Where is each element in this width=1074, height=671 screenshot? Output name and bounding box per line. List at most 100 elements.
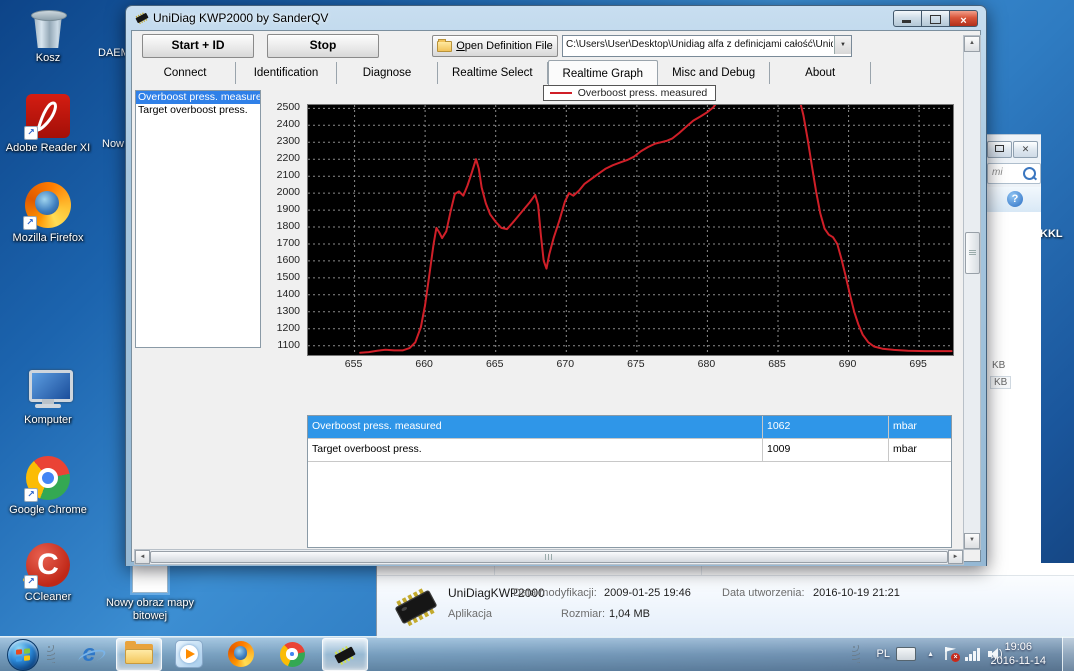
search-input[interactable]: mi [987,163,1041,184]
combobox-dropdown-button[interactable]: ▼ [834,36,851,54]
minimize-button[interactable] [893,10,922,27]
desktop-icon-label-kkl[interactable]: KKL [1040,228,1063,240]
app-icon [134,10,150,26]
window-title: UniDiag KWP2000 by SanderQV [153,11,328,25]
created-label: Data utworzenia: [722,587,805,599]
adobe-reader-icon: ↗ [26,94,70,138]
shortcut-arrow-icon: ↗ [24,488,38,502]
tray-grip [852,637,860,671]
chrome-icon: ↗ [26,456,70,500]
stop-button[interactable]: Stop [267,34,379,58]
shortcut-arrow-icon: ↗ [23,216,37,230]
table-row[interactable]: Target overboost press.1009mbar [308,439,951,462]
internet-explorer-icon: e [82,642,95,666]
tab-identification[interactable]: Identification [236,62,337,84]
scrollbar-thumb[interactable] [150,551,948,563]
close-button[interactable]: × [950,10,978,27]
desktop-icon-label: Google Chrome [0,504,96,517]
list-item[interactable]: Overboost press. measured [136,91,260,104]
close-icon[interactable]: ✕ [1013,141,1038,158]
desktop-icon-chrome[interactable]: ↗ Google Chrome [0,456,96,517]
desktop-icon-firefox[interactable]: ↗ Mozilla Firefox [0,182,96,245]
explorer-details-pane: UniDiagKWP2000 Data modyfikacji: 2009-01… [376,563,1074,637]
keyboard-icon[interactable] [896,637,916,671]
y-tick-label: 2300 [266,135,300,147]
network-icon[interactable] [965,637,980,671]
tab-realtime-select[interactable]: Realtime Select [438,62,548,84]
action-center-icon[interactable]: × [944,637,958,671]
tab-connect[interactable]: Connect [135,62,236,84]
clock-time: 19:06 [991,640,1046,654]
cell-value: 1009 [763,439,889,461]
y-tick-label: 1900 [266,203,300,215]
signal-listbox[interactable]: Overboost press. measuredTarget overboos… [135,90,261,348]
scroll-up-icon[interactable]: ▲ [964,36,980,52]
desktop-icon-komputer[interactable]: Komputer [0,370,96,427]
show-hidden-icons[interactable]: ▲ [927,637,934,671]
y-tick-label: 2100 [266,169,300,181]
table-row[interactable]: Overboost press. measured1062mbar [308,416,951,439]
folder-icon [125,644,153,664]
desktop-icon-bitmap[interactable]: Nowy obraz mapy bitowej [90,565,210,623]
open-definition-file-button[interactable]: Open Definition File [432,35,558,57]
start-button[interactable] [7,639,39,671]
unidiag-window: UniDiag KWP2000 by SanderQV × Start + ID… [125,5,987,566]
legend-label: Overboost press. measured [578,87,708,99]
desktop-icon-ccleaner[interactable]: C↗ CCleaner [0,543,96,604]
chrome-icon [280,642,305,667]
maximize-button[interactable] [987,141,1012,158]
chart-legend: Overboost press. measured [307,85,952,101]
taskbar-chrome[interactable] [277,640,307,668]
x-tick-label: 665 [480,358,510,370]
modified-label: Data modyfikacji: [513,587,597,599]
created-value: 2016-10-19 21:21 [813,587,900,599]
help-icon[interactable]: ? [1007,191,1023,207]
scroll-left-icon[interactable]: ◄ [135,550,150,564]
x-tick-label: 655 [339,358,369,370]
scrollbar-thumb[interactable] [965,232,980,274]
desktop-icon-adobe-reader[interactable]: ↗ Adobe Reader XI [0,94,96,155]
title-bar[interactable]: UniDiag KWP2000 by SanderQV × [126,6,986,30]
desktop-icon-label-now[interactable]: Now [102,138,124,150]
horizontal-scrollbar[interactable]: ◄ ► [134,549,964,565]
tab-diagnose[interactable]: Diagnose [337,62,438,84]
cell-name: Target overboost press. [308,439,763,461]
y-tick-label: 2400 [266,118,300,130]
start-id-button[interactable]: Start + ID [142,34,254,58]
taskbar-grip [47,645,55,663]
taskbar-unidiag-active[interactable] [322,638,368,671]
vertical-scrollbar[interactable]: ▲ ▼ [963,35,981,550]
definition-file-combobox[interactable]: C:\Users\User\Desktop\Unidiag alfa z def… [562,35,852,57]
y-tick-label: 2200 [266,152,300,164]
size-value: 1,04 MB [609,608,650,620]
show-desktop-button[interactable] [1062,637,1074,671]
desktop-icon-label: Adobe Reader XI [0,142,96,155]
language-indicator[interactable]: PL [877,637,890,671]
shortcut-arrow-icon: ↗ [24,126,38,140]
background-explorer-window: ✕ mi ? KB KB [984,134,1041,564]
taskbar-internet-explorer[interactable]: e [74,640,104,668]
cell-unit: mbar [889,439,951,461]
tray-clock[interactable]: 19:06 2016-11-14 [991,640,1046,668]
taskbar-media-player[interactable] [174,640,204,668]
chart-plot [307,104,954,356]
taskbar-firefox[interactable] [226,640,256,668]
list-item[interactable]: Target overboost press. [136,104,260,117]
scroll-down-icon[interactable]: ▼ [964,533,980,549]
search-text: mi [992,167,1003,178]
desktop-icon-label: Nowy obraz mapy bitowej [90,597,210,623]
shortcut-arrow-icon: ↗ [24,575,38,589]
desktop-icon-kosz[interactable]: Kosz [0,8,96,65]
modified-value: 2009-01-25 19:46 [604,587,691,599]
tab-realtime-graph[interactable]: Realtime Graph [548,60,659,85]
maximize-button[interactable] [922,10,950,27]
x-tick-label: 670 [550,358,580,370]
x-axis-labels: 655660665670675680685690695 [307,358,952,372]
folder-icon [437,41,452,52]
chip-icon [332,642,358,668]
taskbar-explorer-active[interactable] [116,638,162,671]
tab-misc-and-debug[interactable]: Misc and Debug [658,62,770,84]
tab-about[interactable]: About [770,62,871,84]
y-tick-label: 1100 [266,339,300,351]
scroll-right-icon[interactable]: ► [948,550,963,564]
